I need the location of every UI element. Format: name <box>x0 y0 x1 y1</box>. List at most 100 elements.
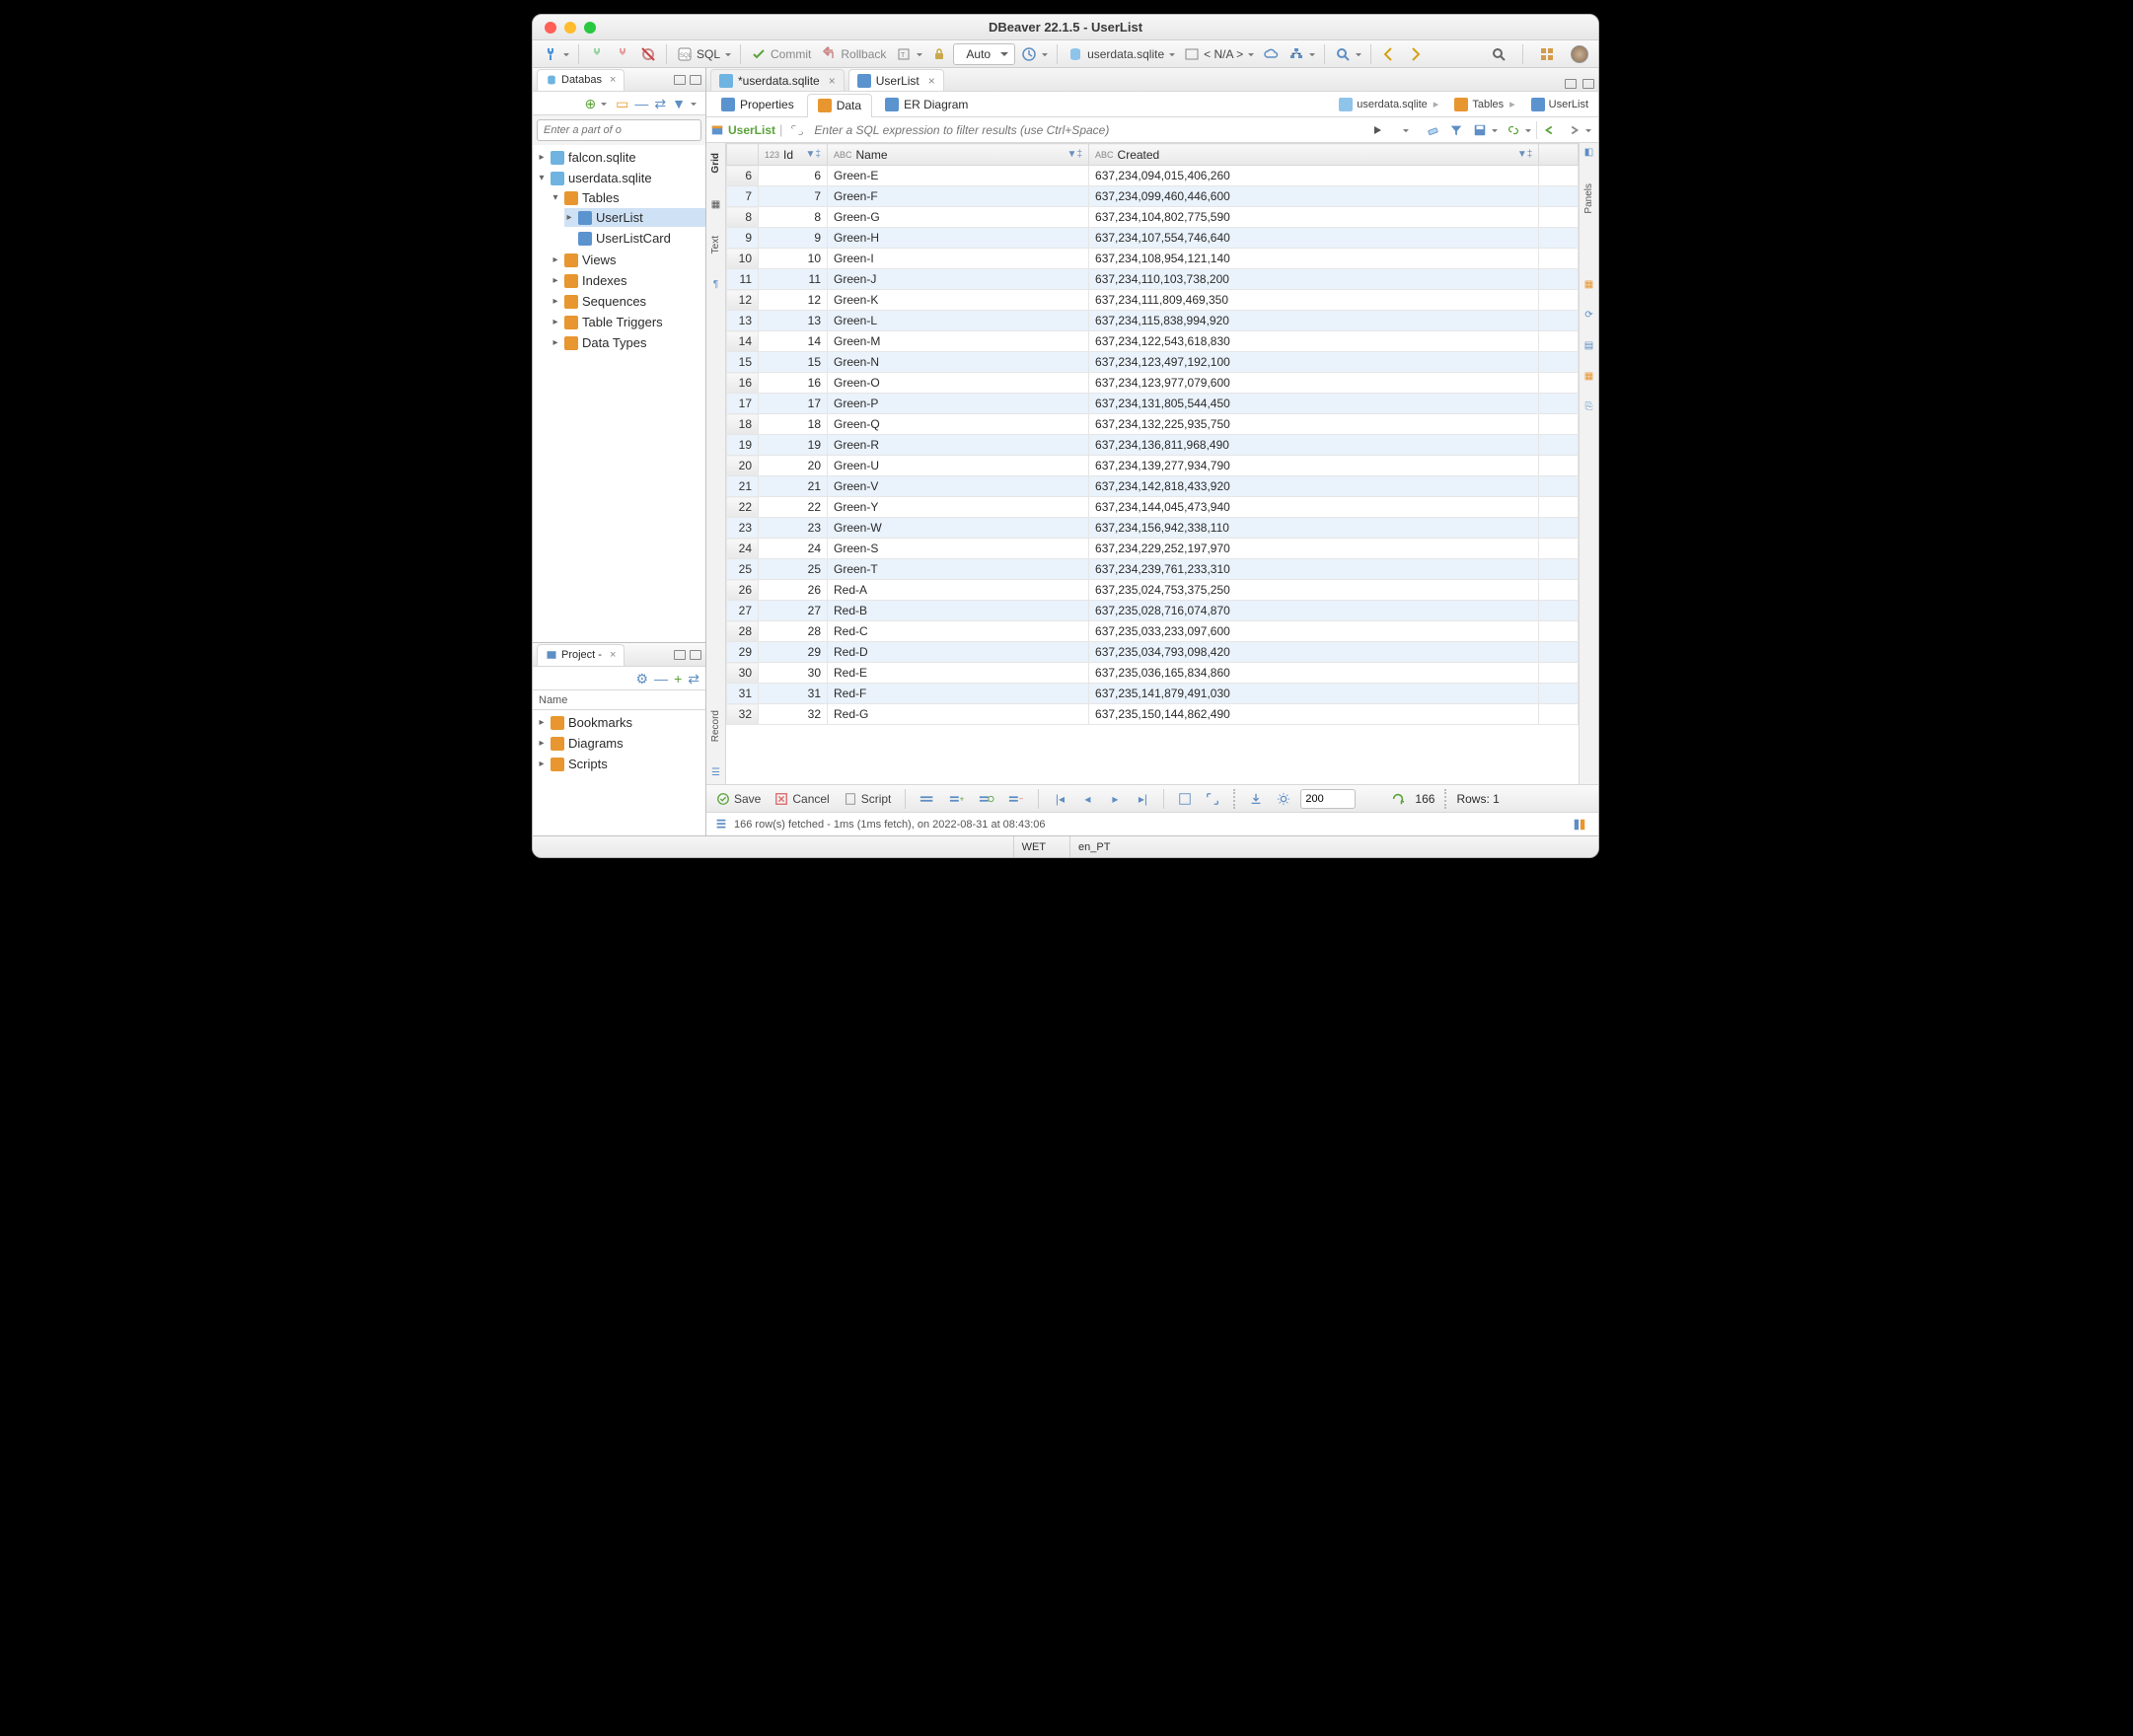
cell-id[interactable]: 28 <box>759 621 828 642</box>
cell-created[interactable]: 637,234,104,802,775,590 <box>1089 207 1539 228</box>
cell-id[interactable]: 6 <box>759 166 828 186</box>
folder-mini-button[interactable]: ▭ <box>616 97 628 110</box>
cell-id[interactable]: 27 <box>759 601 828 621</box>
twist-icon[interactable] <box>537 759 547 769</box>
minimize-editor-button[interactable] <box>1565 79 1577 89</box>
settings-mini-button[interactable]: ⚙ <box>636 672 649 686</box>
link-mini-button[interactable]: ⇄ <box>688 672 699 686</box>
row-number-cell[interactable]: 18 <box>727 414 759 435</box>
cell-created[interactable]: 637,234,132,225,935,750 <box>1089 414 1539 435</box>
panel-calendar-button[interactable]: ▦ <box>1584 371 1593 382</box>
row-number-cell[interactable]: 23 <box>727 518 759 539</box>
row-number-cell[interactable]: 24 <box>727 539 759 559</box>
data-grid[interactable]: 123Id▼‡ABCName▼‡ABCCreated▼‡66Green-E637… <box>726 143 1579 784</box>
close-icon[interactable]: × <box>928 74 935 88</box>
twist-icon[interactable] <box>564 212 574 223</box>
navigator-tree[interactable]: falcon.sqliteuserdata.sqliteTablesUserLi… <box>533 145 705 642</box>
column-header-name[interactable]: ABCName▼‡ <box>828 144 1089 166</box>
last-page-button[interactable]: ▸| <box>1132 788 1153 810</box>
funnel-icon[interactable]: ▼‡ <box>1067 149 1082 160</box>
tree-node[interactable]: Bookmarks <box>537 713 705 732</box>
cell-created[interactable]: 637,234,094,015,406,260 <box>1089 166 1539 186</box>
table-row[interactable]: 2626Red-A637,235,024,753,375,250 <box>727 580 1579 601</box>
next-page-button[interactable] <box>1563 119 1594 141</box>
row-number-cell[interactable]: 6 <box>727 166 759 186</box>
table-row[interactable]: 2929Red-D637,235,034,793,098,420 <box>727 642 1579 663</box>
global-search-button[interactable] <box>1487 43 1510 65</box>
schema-select-button[interactable] <box>1285 43 1318 65</box>
history-button[interactable] <box>1017 43 1051 65</box>
cell-created[interactable]: 637,234,122,543,618,830 <box>1089 331 1539 352</box>
cell-id[interactable]: 10 <box>759 249 828 269</box>
cell-id[interactable]: 26 <box>759 580 828 601</box>
cell-name[interactable]: Red-F <box>828 684 1089 704</box>
cell-name[interactable]: Green-H <box>828 228 1089 249</box>
cell-name[interactable]: Green-N <box>828 352 1089 373</box>
cell-name[interactable]: Green-O <box>828 373 1089 394</box>
table-row[interactable]: 2323Green-W637,234,156,942,338,110 <box>727 518 1579 539</box>
cell-name[interactable]: Green-I <box>828 249 1089 269</box>
cell-id[interactable]: 31 <box>759 684 828 704</box>
nav-forward-button[interactable] <box>1403 43 1427 65</box>
delete-row-button[interactable]: − <box>1004 788 1028 810</box>
expand-filter-button[interactable] <box>786 119 808 141</box>
cell-name[interactable]: Green-V <box>828 476 1089 497</box>
cloud-button[interactable] <box>1259 43 1283 65</box>
row-number-cell[interactable]: 27 <box>727 601 759 621</box>
connect-button[interactable] <box>585 43 609 65</box>
lock-button[interactable] <box>927 43 951 65</box>
row-number-cell[interactable]: 31 <box>727 684 759 704</box>
table-row[interactable]: 2222Green-Y637,234,144,045,473,940 <box>727 497 1579 518</box>
table-row[interactable]: 99Green-H637,234,107,554,746,640 <box>727 228 1579 249</box>
twist-icon[interactable] <box>537 173 547 183</box>
table-row[interactable]: 88Green-G637,234,104,802,775,590 <box>727 207 1579 228</box>
twist-icon[interactable] <box>537 738 547 749</box>
prev-page-button[interactable] <box>1539 119 1561 141</box>
table-row[interactable]: 66Green-E637,234,094,015,406,260 <box>727 166 1579 186</box>
twist-icon[interactable] <box>551 192 560 203</box>
add-row-button[interactable]: + <box>945 788 969 810</box>
autosize-button[interactable] <box>1174 788 1196 810</box>
twist-icon[interactable] <box>551 317 560 327</box>
row-number-cell[interactable]: 26 <box>727 580 759 601</box>
cell-id[interactable]: 18 <box>759 414 828 435</box>
script-button[interactable]: Script <box>840 788 896 810</box>
navigator-filter-input[interactable] <box>537 119 701 141</box>
result-tabs-button[interactable] <box>1569 814 1590 835</box>
page-size-input[interactable] <box>1300 789 1356 809</box>
tree-node[interactable]: Table Triggers <box>551 313 705 331</box>
twist-icon[interactable] <box>551 337 560 348</box>
zoom-window-button[interactable] <box>584 22 596 34</box>
cell-name[interactable]: Red-G <box>828 704 1089 725</box>
commit-button[interactable]: Commit <box>747 43 815 65</box>
table-row[interactable]: 1818Green-Q637,234,132,225,935,750 <box>727 414 1579 435</box>
table-row[interactable]: 1414Green-M637,234,122,543,618,830 <box>727 331 1579 352</box>
cell-name[interactable]: Green-K <box>828 290 1089 311</box>
minimize-view-button[interactable] <box>674 650 686 660</box>
cell-id[interactable]: 14 <box>759 331 828 352</box>
cell-created[interactable]: 637,234,111,809,469,350 <box>1089 290 1539 311</box>
nav-back-button[interactable] <box>1377 43 1401 65</box>
cell-created[interactable]: 637,234,239,761,233,310 <box>1089 559 1539 580</box>
tree-node[interactable]: falcon.sqlite <box>537 148 705 167</box>
table-row[interactable]: 2424Green-S637,234,229,252,197,970 <box>727 539 1579 559</box>
cell-id[interactable]: 29 <box>759 642 828 663</box>
row-number-cell[interactable]: 14 <box>727 331 759 352</box>
row-number-cell[interactable]: 11 <box>727 269 759 290</box>
tree-node[interactable]: userdata.sqlite <box>537 169 705 187</box>
cell-id[interactable]: 13 <box>759 311 828 331</box>
table-row[interactable]: 77Green-F637,234,099,460,446,600 <box>727 186 1579 207</box>
cell-name[interactable]: Green-Q <box>828 414 1089 435</box>
cell-created[interactable]: 637,234,131,805,544,450 <box>1089 394 1539 414</box>
txn-mode-combo[interactable]: Auto <box>953 43 1015 65</box>
cell-name[interactable]: Green-Y <box>828 497 1089 518</box>
cell-id[interactable]: 22 <box>759 497 828 518</box>
table-row[interactable]: 2828Red-C637,235,033,233,097,600 <box>727 621 1579 642</box>
minimize-view-button[interactable] <box>674 75 686 85</box>
row-number-cell[interactable]: 13 <box>727 311 759 331</box>
cell-name[interactable]: Red-C <box>828 621 1089 642</box>
close-icon[interactable]: × <box>829 74 836 88</box>
maximize-view-button[interactable] <box>690 650 701 660</box>
cell-name[interactable]: Green-U <box>828 456 1089 476</box>
cell-name[interactable]: Green-L <box>828 311 1089 331</box>
